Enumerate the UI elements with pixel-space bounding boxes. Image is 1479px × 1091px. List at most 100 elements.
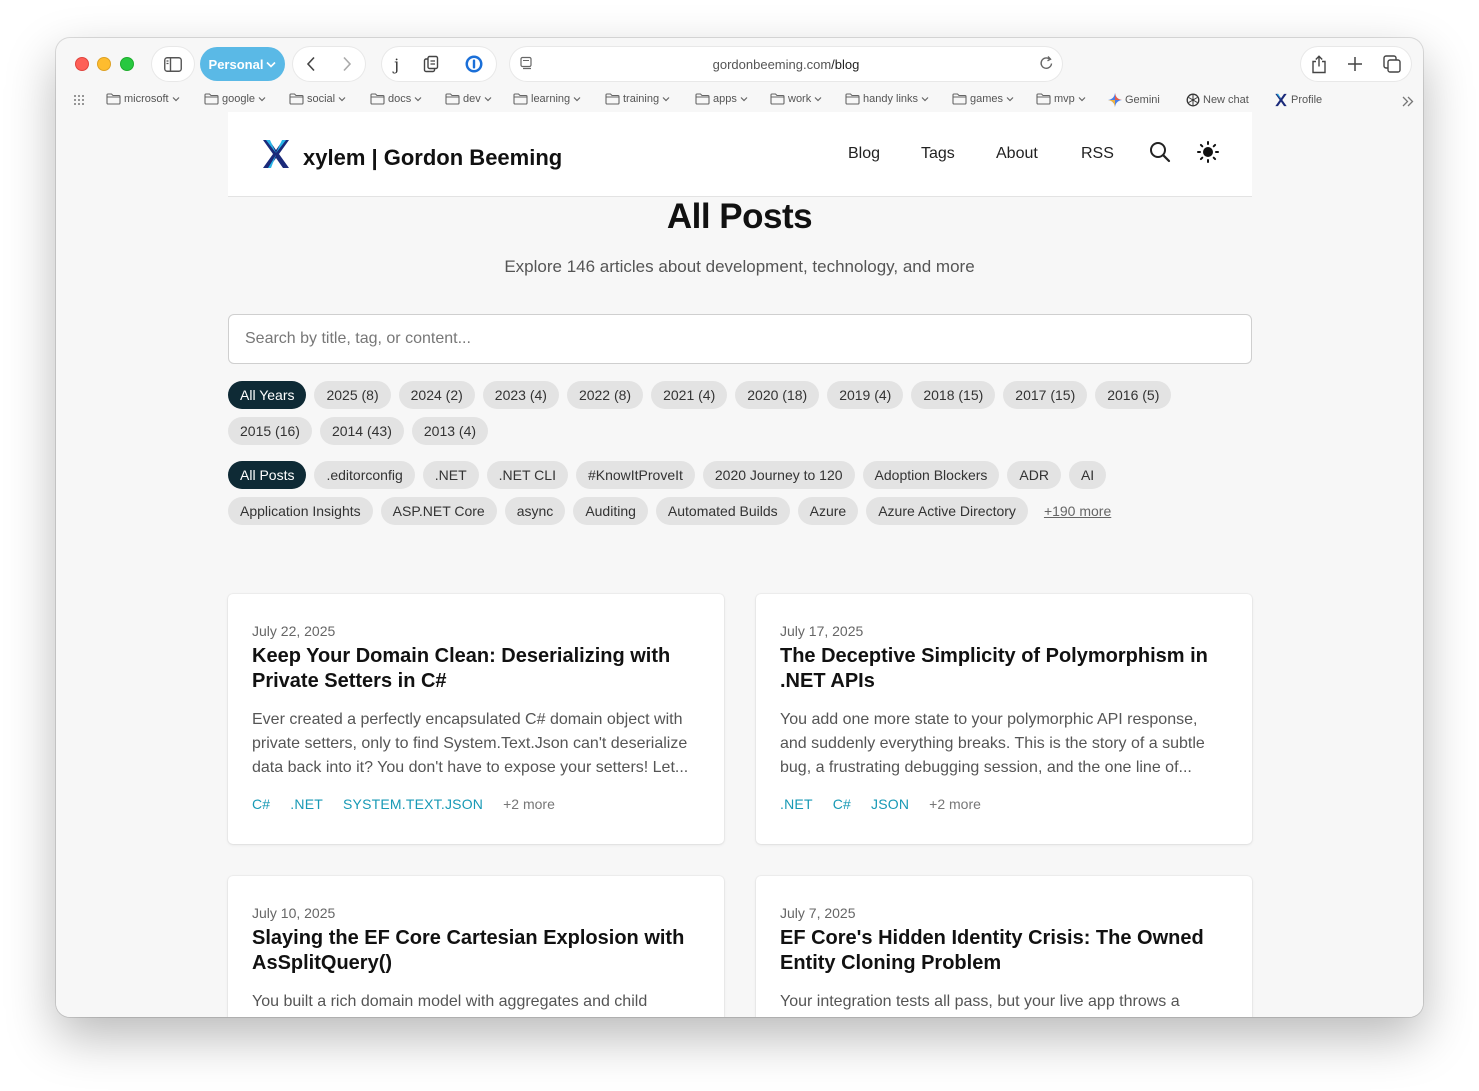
year-filter-list: All Years 2025 (8) 2024 (2) 2023 (4) 2022 (8… xyxy=(228,381,1252,445)
xylem-logo-icon[interactable] xyxy=(260,138,292,170)
post-card[interactable]: July 17, 2025 The Deceptive Simplicity of… xyxy=(756,594,1252,844)
bookmark-microsoft[interactable]: microsoft xyxy=(106,93,180,105)
tag-filter-chip[interactable]: async xyxy=(504,497,566,525)
nav-rss[interactable]: RSS xyxy=(1081,145,1114,163)
bookmark-mvp[interactable]: mvp xyxy=(1036,93,1086,105)
tag-filter-chip[interactable]: 2020 Journey to 120 xyxy=(702,461,855,489)
year-filter-chip[interactable]: 2015 (16) xyxy=(228,417,312,445)
year-filter-chip[interactable]: 2023 (4) xyxy=(482,381,559,409)
site-title[interactable]: xylem | Gordon Beeming xyxy=(303,145,562,171)
post-search-input[interactable] xyxy=(228,314,1252,364)
post-title[interactable]: Slaying the EF Core Cartesian Explosion … xyxy=(252,926,700,976)
more-bookmarks-icon[interactable] xyxy=(1402,96,1414,107)
year-filter-chip[interactable]: All Years xyxy=(228,381,307,409)
folder-icon xyxy=(106,93,121,105)
sidebar-toggle-button[interactable] xyxy=(152,47,194,81)
year-filter-chip[interactable]: 2018 (15) xyxy=(911,381,996,409)
post-tag[interactable]: .NET xyxy=(290,796,323,812)
bookmark-label: docs xyxy=(388,93,412,105)
post-tag[interactable]: JSON xyxy=(871,796,909,812)
post-card[interactable]: July 7, 2025 EF Core's Hidden Identity Cr… xyxy=(756,876,1252,1017)
reload-icon[interactable] xyxy=(1039,55,1054,71)
post-excerpt: Your integration tests all pass, but you… xyxy=(780,993,1180,1010)
address-bar[interactable]: gordonbeeming.com/blog xyxy=(510,47,1062,81)
bookmark-apps[interactable]: apps xyxy=(695,93,748,105)
close-window-button[interactable] xyxy=(75,57,89,71)
profile-switcher-button[interactable]: Personal xyxy=(200,47,285,81)
post-date: July 17, 2025 xyxy=(780,623,864,639)
forward-icon[interactable] xyxy=(342,56,352,72)
bookmark-new-chat[interactable]: New chat xyxy=(1186,93,1249,107)
post-tag[interactable]: C# xyxy=(833,796,851,812)
chevron-down-icon xyxy=(172,97,180,102)
tag-filter-chip[interactable]: Automated Builds xyxy=(655,497,790,525)
post-tag[interactable]: .NET xyxy=(780,796,813,812)
bookmark-docs[interactable]: docs xyxy=(370,93,422,105)
tag-filter-chip[interactable]: Auditing xyxy=(573,497,648,525)
bookmark-learning[interactable]: learning xyxy=(513,93,581,105)
tag-filter-chip[interactable]: Application Insights xyxy=(228,497,373,525)
post-title[interactable]: Keep Your Domain Clean: Deserializing wi… xyxy=(252,644,700,694)
tab-overview-icon[interactable] xyxy=(1383,55,1401,73)
profile-label: Personal xyxy=(208,56,264,72)
bookmark-games[interactable]: games xyxy=(952,93,1014,105)
bookmark-gemini[interactable]: Gemini xyxy=(1108,93,1160,107)
post-card[interactable]: July 22, 2025 Keep Your Domain Clean: Des… xyxy=(228,594,724,844)
bookmark-handy-links[interactable]: handy links xyxy=(845,93,929,105)
year-filter-chip[interactable]: 2020 (18) xyxy=(735,381,820,409)
tag-filter-chip[interactable]: Azure xyxy=(797,497,859,525)
post-tags: .NET C# JSON +2 more xyxy=(780,796,1228,812)
clipboard-extension-icon[interactable] xyxy=(423,55,439,73)
year-filter-chip[interactable]: 2016 (5) xyxy=(1095,381,1172,409)
tag-filter-chip[interactable]: #KnowItProveIt xyxy=(575,461,695,489)
theme-toggle-sun-icon[interactable] xyxy=(1197,141,1219,163)
year-filter-chip[interactable]: 2014 (43) xyxy=(319,417,404,445)
bookmark-social[interactable]: social xyxy=(289,93,346,105)
folder-icon xyxy=(695,93,710,105)
bookmark-work[interactable]: work xyxy=(770,93,822,105)
tag-filter-chip[interactable]: .NET CLI xyxy=(486,461,568,489)
new-tab-icon[interactable] xyxy=(1347,56,1363,72)
post-card[interactable]: July 10, 2025 Slaying the EF Core Cartesi… xyxy=(228,876,724,1017)
search-icon[interactable] xyxy=(1149,141,1171,163)
nav-about[interactable]: About xyxy=(996,145,1038,163)
minimize-window-button[interactable] xyxy=(97,57,111,71)
share-icon[interactable] xyxy=(1311,54,1327,74)
chevron-down-icon xyxy=(921,97,929,102)
tag-filter-chip[interactable]: ADR xyxy=(1007,461,1061,489)
nav-tags[interactable]: Tags xyxy=(921,145,955,163)
password-manager-icon[interactable] xyxy=(464,54,484,74)
year-filter-chip[interactable]: 2013 (4) xyxy=(411,417,489,445)
back-icon[interactable] xyxy=(306,56,316,72)
year-filter-chip[interactable]: 2025 (8) xyxy=(314,381,391,409)
tag-filter-chip[interactable]: .NET xyxy=(422,461,479,489)
nav-blog[interactable]: Blog xyxy=(848,145,880,163)
tag-filter-chip[interactable]: AI xyxy=(1068,461,1107,489)
bookmark-training[interactable]: training xyxy=(605,93,670,105)
year-filter-chip[interactable]: 2019 (4) xyxy=(827,381,904,409)
folder-icon xyxy=(445,93,460,105)
post-title[interactable]: EF Core's Hidden Identity Crisis: The Ow… xyxy=(780,926,1228,976)
year-filter-chip[interactable]: 2021 (4) xyxy=(651,381,728,409)
chevron-down-icon xyxy=(662,97,670,102)
post-tag[interactable]: C# xyxy=(252,796,270,812)
post-tag[interactable]: System.Text.Json xyxy=(343,796,483,812)
extension-j-icon[interactable]: j xyxy=(394,55,399,74)
tag-filter-chip[interactable]: All Posts xyxy=(228,461,307,489)
year-filter-chip[interactable]: 2022 (8) xyxy=(566,381,644,409)
bookmark-profile[interactable]: Profile xyxy=(1274,93,1322,107)
tag-filter-chip[interactable]: .editorconfig xyxy=(314,461,415,489)
zoom-window-button[interactable] xyxy=(120,57,134,71)
year-filter-chip[interactable]: 2024 (2) xyxy=(398,381,475,409)
bookmark-dev[interactable]: dev xyxy=(445,93,492,105)
browser-toolbar: Personal j gordonbeeming.com/blog xyxy=(56,38,1423,90)
apps-grid-icon[interactable] xyxy=(73,94,85,106)
page-menu-icon[interactable] xyxy=(520,56,534,70)
bookmark-google[interactable]: google xyxy=(204,93,266,105)
year-filter-chip[interactable]: 2017 (15) xyxy=(1003,381,1088,409)
tag-filter-chip[interactable]: Azure Active Directory xyxy=(866,497,1028,525)
post-title[interactable]: The Deceptive Simplicity of Polymorphism… xyxy=(780,644,1228,694)
tag-filter-chip[interactable]: ASP.NET Core xyxy=(380,497,497,525)
tag-filter-chip[interactable]: Adoption Blockers xyxy=(862,461,1000,489)
more-tags-link[interactable]: +190 more xyxy=(1036,497,1119,525)
